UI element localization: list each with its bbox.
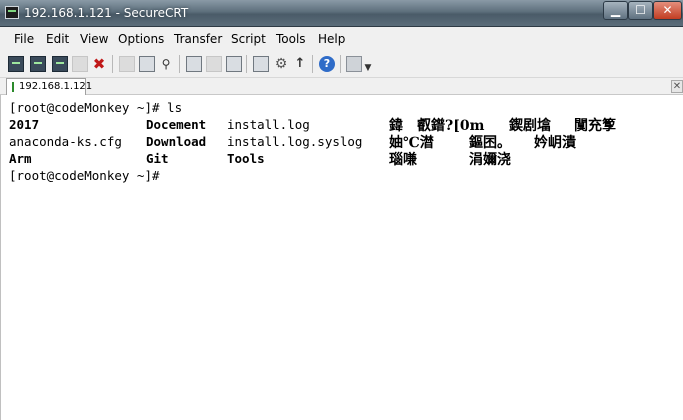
file-entry: 2017 — [9, 117, 40, 132]
file-entry: Docement — [146, 117, 207, 132]
close-tab-icon[interactable]: ✕ — [671, 80, 683, 93]
connect-tab-icon[interactable] — [52, 56, 68, 72]
maximize-button[interactable]: ☐ — [628, 1, 653, 20]
securecrt-app-icon[interactable] — [5, 6, 19, 19]
session-tab-bar: 192.168.1.121 ✕ — [0, 78, 683, 95]
toolbar-separator — [179, 55, 180, 73]
toolbar-separator — [312, 55, 313, 73]
file-entry: install.log — [227, 117, 310, 132]
file-entry: anaconda-ks.cfg — [9, 134, 122, 149]
minimize-button[interactable]: ▁ — [603, 1, 628, 20]
menu-file[interactable]: File — [14, 32, 34, 46]
toolbar-separator — [340, 55, 341, 73]
toolbar: ✖ ⚲ ⚙ ↑ ? ▼ — [0, 51, 683, 78]
terminal-output[interactable]: [root@codeMonkey ~]# ls 2017 Docement in… — [0, 95, 683, 420]
file-entry: Tools — [227, 151, 265, 166]
print-setup-icon[interactable] — [206, 56, 222, 72]
menu-tools[interactable]: Tools — [276, 32, 306, 46]
file-entry: Download — [146, 134, 207, 149]
connect-icon[interactable] — [8, 56, 24, 72]
menu-help[interactable]: Help — [318, 32, 345, 46]
menu-view[interactable]: View — [80, 32, 108, 46]
file-entry: 闃充箰 — [574, 118, 616, 134]
menu-transfer[interactable]: Transfer — [174, 32, 222, 46]
file-entry: 涓嬭浇 — [469, 152, 511, 168]
quick-connect-icon[interactable] — [30, 56, 46, 72]
session-options-icon[interactable] — [253, 56, 269, 72]
toolbar-separator — [112, 55, 113, 73]
terminal-line: 2017 Docement install.log 鍏 叡鐠?[0m 鍥剧墖 闃… — [9, 117, 616, 134]
file-entry: Arm — [9, 151, 32, 166]
copy-icon[interactable] — [119, 56, 135, 72]
terminal-line-prompt: [root@codeMonkey ~]# ls — [9, 100, 183, 115]
tab-session-label: 192.168.1.121 — [19, 81, 93, 92]
find-icon[interactable]: ⚲ — [158, 56, 174, 72]
keymap-icon[interactable]: ↑ — [292, 56, 308, 72]
menu-options[interactable]: Options — [118, 32, 164, 46]
window-title: 192.168.1.121 - SecureCRT — [24, 6, 189, 20]
menu-bar: File Edit View Options Transfer Script T… — [0, 27, 683, 51]
terminal-line: anaconda-ks.cfg Download install.log.sys… — [9, 134, 576, 151]
print-icon[interactable] — [186, 56, 202, 72]
file-entry: Git — [146, 151, 169, 166]
screenshot-icon[interactable] — [346, 56, 362, 72]
help-icon[interactable]: ? — [319, 56, 335, 72]
menu-edit[interactable]: Edit — [46, 32, 69, 46]
global-options-icon[interactable]: ⚙ — [273, 56, 289, 72]
file-entry: 妗岄潰 — [534, 135, 576, 151]
file-entry: install.log.syslog — [227, 134, 363, 149]
toolbar-separator — [246, 55, 247, 73]
reconnect-icon[interactable] — [72, 56, 88, 72]
close-button[interactable]: ✕ — [653, 1, 682, 20]
toolbar-overflow-icon[interactable]: ▼ — [364, 60, 372, 76]
file-entry: 瑙嗛 — [389, 152, 417, 168]
disconnect-icon[interactable]: ✖ — [91, 56, 107, 72]
tab-session[interactable]: 192.168.1.121 — [6, 78, 92, 95]
terminal-line-prompt: [root@codeMonkey ~]# — [9, 168, 160, 183]
menu-script[interactable]: Script — [231, 32, 266, 46]
print-screen-icon[interactable] — [226, 56, 242, 72]
paste-icon[interactable] — [139, 56, 155, 72]
title-bar: 192.168.1.121 - SecureCRT ▁ ☐ ✕ — [0, 0, 683, 27]
terminal-line: Arm Git Tools 瑙嗛 涓嬭浇 — [9, 151, 511, 168]
tab-status-icon — [12, 82, 14, 92]
